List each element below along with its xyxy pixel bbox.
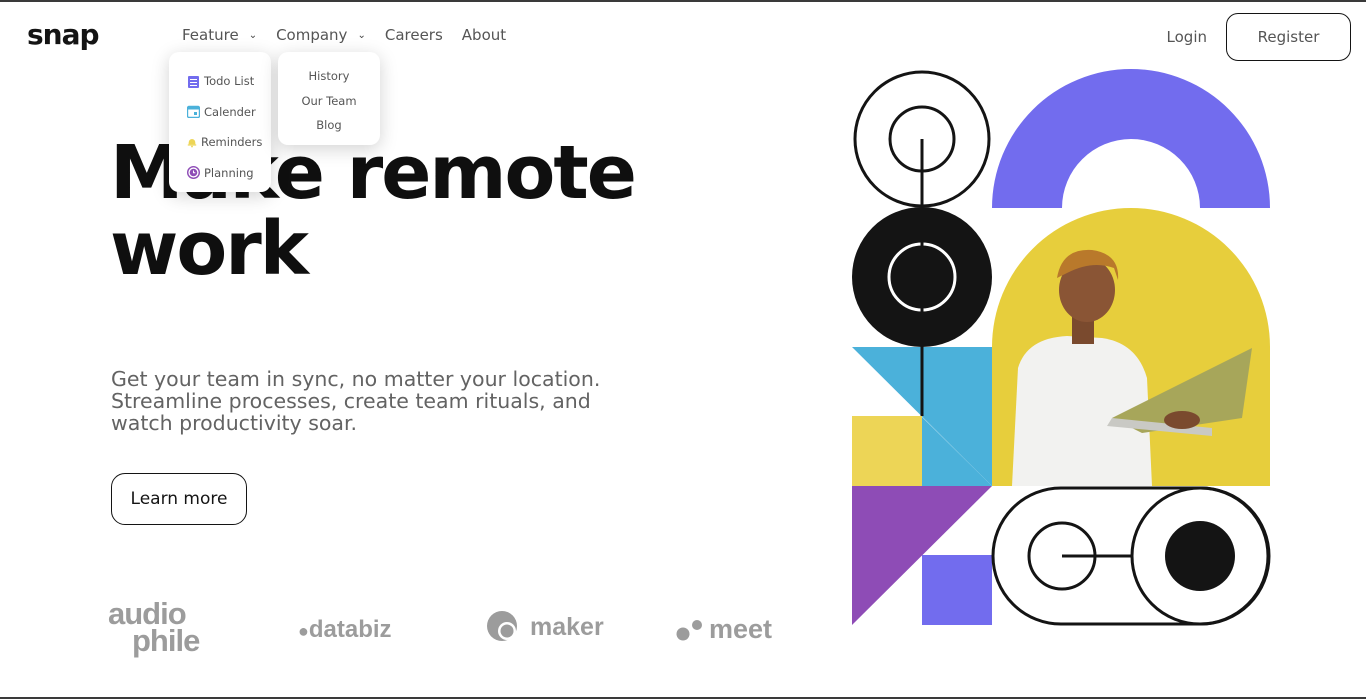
menu-item-history[interactable]: History — [278, 64, 380, 89]
menu-item-todo-list[interactable]: Todo List — [187, 66, 271, 97]
planning-icon — [187, 166, 200, 180]
nav-feature[interactable]: Feature ⌄ — [182, 26, 257, 44]
main-nav: Feature ⌄ Company ⌄ Careers About — [182, 26, 525, 44]
menu-item-label: Todo List — [204, 74, 255, 89]
menu-item-blog[interactable]: Blog — [278, 113, 380, 138]
feature-dropdown: Todo List Calender Reminders Planning — [169, 52, 271, 192]
purple-arch — [992, 69, 1270, 208]
client-logo-audiophile: audio phile — [108, 598, 200, 658]
bell-icon — [187, 138, 197, 148]
hero-title-line2: work — [110, 206, 309, 292]
nav-company[interactable]: Company ⌄ — [276, 26, 366, 44]
black-dot — [1165, 521, 1235, 591]
client-logos: audio phile ●databiz maker meet — [108, 598, 808, 660]
client-logo-databiz: ●databiz — [298, 616, 392, 644]
client-logo-text: phile — [132, 623, 200, 658]
todo-icon — [188, 75, 199, 88]
login-link[interactable]: Login — [1167, 28, 1207, 46]
nav-careers[interactable]: Careers — [385, 26, 443, 44]
menu-item-planning[interactable]: Planning — [187, 158, 271, 189]
chevron-down-icon: ⌄ — [357, 29, 366, 41]
auth-area: Login Register — [1167, 13, 1351, 61]
nav-feature-label: Feature — [182, 26, 239, 44]
client-logo-maker: maker — [486, 610, 604, 644]
client-logo-text: meet — [709, 614, 773, 644]
register-button[interactable]: Register — [1226, 13, 1351, 61]
learn-more-button[interactable]: Learn more — [111, 473, 247, 525]
menu-item-label: Calender — [204, 104, 256, 119]
menu-item-calender[interactable]: Calender — [187, 97, 271, 128]
logo[interactable]: snap — [27, 18, 100, 51]
chevron-down-icon: ⌄ — [248, 29, 258, 41]
client-logo-meet: meet — [675, 614, 772, 645]
hero-illustration — [852, 69, 1271, 626]
client-logo-text: databiz — [308, 616, 392, 643]
purple-square — [922, 555, 992, 625]
dot-icon: ● — [298, 621, 309, 641]
nav-about-label: About — [461, 26, 507, 44]
menu-item-label: Reminders — [201, 135, 263, 150]
nav-about[interactable]: About — [462, 26, 506, 44]
menu-item-our-team[interactable]: Our Team — [278, 89, 380, 114]
hero-description: Get your team in sync, no matter your lo… — [111, 367, 601, 435]
nav-company-label: Company — [276, 26, 348, 44]
maker-mark-icon — [487, 611, 517, 641]
menu-item-reminders[interactable]: Reminders — [187, 127, 271, 158]
nav-careers-label: Careers — [384, 26, 443, 44]
meet-mark-icon — [676, 619, 702, 640]
menu-item-label: Planning — [204, 165, 254, 180]
company-dropdown: History Our Team Blog — [278, 52, 380, 145]
yellow-square — [852, 416, 922, 486]
calendar-icon — [187, 106, 200, 119]
client-logo-text: maker — [530, 612, 604, 641]
